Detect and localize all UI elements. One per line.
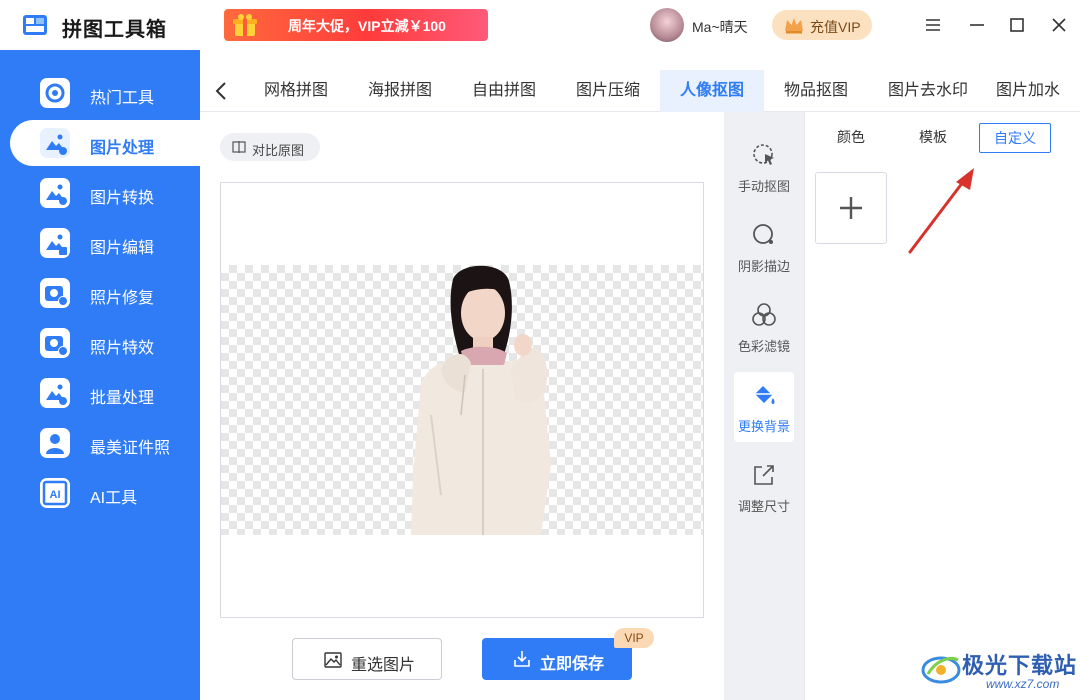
app-logo-icon — [23, 15, 47, 35]
chevron-left-icon[interactable] — [212, 79, 232, 103]
username[interactable]: Ma~晴天 — [692, 17, 748, 37]
color-filter-icon — [752, 303, 776, 326]
download-icon — [514, 651, 530, 667]
tab-custom[interactable]: 自定义 — [979, 123, 1051, 153]
sidebar-item-image-process[interactable]: 图片处理 — [10, 120, 200, 166]
vip-button-label: 充值VIP — [810, 19, 861, 35]
recharge-vip-button[interactable]: 充值VIP — [772, 10, 872, 40]
tab-poster-collage[interactable]: 海报拼图 — [348, 70, 452, 112]
watermark-name: 极光下载站 — [962, 653, 1078, 678]
photo-effect-icon — [40, 328, 70, 358]
plus-icon — [840, 197, 862, 219]
promo-banner[interactable]: 周年大促，VIP立減￥100 — [224, 9, 488, 41]
maximize-icon[interactable] — [1006, 14, 1028, 36]
photo-repair-icon — [40, 278, 70, 308]
ai-icon: AI — [40, 478, 70, 508]
tab-color[interactable]: 颜色 — [815, 123, 887, 153]
tool-column: 手动抠图 阴影描边 色彩滤镜 更换背景 调整尺寸 — [724, 112, 804, 700]
image-edit-icon — [40, 228, 70, 258]
image-canvas[interactable] — [220, 182, 704, 618]
site-watermark: 极光下载站 www.xz7.com — [920, 644, 1080, 700]
image-process-icon — [40, 128, 70, 158]
id-photo-icon — [40, 428, 70, 458]
vip-badge: VIP — [614, 628, 654, 648]
sidebar-item-id-photo[interactable]: 最美证件照 — [10, 420, 200, 466]
sidebar-item-image-edit[interactable]: 图片编辑 — [10, 220, 200, 266]
image-icon — [324, 652, 342, 668]
tab-free-collage[interactable]: 自由拼图 — [452, 70, 556, 112]
resize-icon — [754, 465, 774, 485]
image-convert-icon — [40, 178, 70, 208]
tab-object-cutout[interactable]: 物品抠图 — [764, 70, 868, 112]
shadow-outline-icon — [753, 224, 773, 244]
save-now-button[interactable]: 立即保存 — [482, 638, 632, 680]
gift-icon — [233, 14, 257, 36]
feature-tabs: 网格拼图 海报拼图 自由拼图 图片压缩 人像抠图 物品抠图 图片去水印 图片加水 — [200, 70, 1080, 112]
paint-bucket-icon — [754, 386, 775, 404]
tab-template[interactable]: 模板 — [897, 123, 969, 153]
sidebar-item-photo-repair[interactable]: 照片修复 — [10, 270, 200, 316]
sidebar-item-batch[interactable]: 批量处理 — [10, 370, 200, 416]
batch-icon — [40, 378, 70, 408]
crown-icon — [785, 18, 803, 34]
menu-icon[interactable] — [922, 14, 944, 36]
tab-grid-collage[interactable]: 网格拼图 — [244, 70, 348, 112]
compare-original-button[interactable]: 对比原图 — [220, 133, 320, 161]
minimize-icon[interactable] — [966, 14, 988, 36]
compare-icon — [232, 141, 246, 153]
sidebar-item-photo-effect[interactable]: 照片特效 — [10, 320, 200, 366]
tab-image-compress[interactable]: 图片压缩 — [556, 70, 660, 112]
avatar[interactable] — [650, 8, 684, 42]
sidebar-item-hot-tools[interactable]: 热门工具 — [10, 70, 200, 116]
sidebar: 热门工具 图片处理 图片转换 图片编辑 照片修复 照片特效 批量处理 最美证件照… — [0, 50, 200, 700]
tool-shadow-outline[interactable]: 阴影描边 — [734, 212, 794, 282]
tools-icon — [40, 78, 70, 108]
tab-add-watermark[interactable]: 图片加水 — [996, 70, 1080, 112]
watermark-url: www.xz7.com — [986, 677, 1060, 691]
title-bar: 拼图工具箱 周年大促，VIP立減￥100 Ma~晴天 充值VIP — [0, 0, 1080, 50]
watermark-logo-icon — [921, 656, 961, 684]
add-custom-background-button[interactable] — [815, 172, 887, 244]
app-title: 拼图工具箱 — [62, 19, 167, 41]
tool-manual-cutout[interactable]: 手动抠图 — [734, 132, 794, 202]
annotation-arrow-icon — [908, 168, 974, 254]
promo-text: 周年大促，VIP立減￥100 — [288, 18, 446, 34]
cutout-portrait — [411, 265, 551, 535]
sidebar-item-image-convert[interactable]: 图片转换 — [10, 170, 200, 216]
sidebar-item-ai-tools[interactable]: AI AI工具 — [10, 470, 200, 516]
svg-text:AI: AI — [50, 489, 61, 501]
cursor-select-icon — [753, 144, 774, 165]
tab-remove-watermark[interactable]: 图片去水印 — [868, 70, 988, 112]
transparent-background — [221, 265, 703, 535]
reselect-image-button[interactable]: 重选图片 — [292, 638, 442, 680]
close-icon[interactable] — [1048, 14, 1070, 36]
tool-color-filter[interactable]: 色彩滤镜 — [734, 292, 794, 362]
tool-resize[interactable]: 调整尺寸 — [734, 452, 794, 522]
tab-portrait-cutout[interactable]: 人像抠图 — [660, 70, 764, 112]
tool-change-background[interactable]: 更换背景 — [734, 372, 794, 442]
